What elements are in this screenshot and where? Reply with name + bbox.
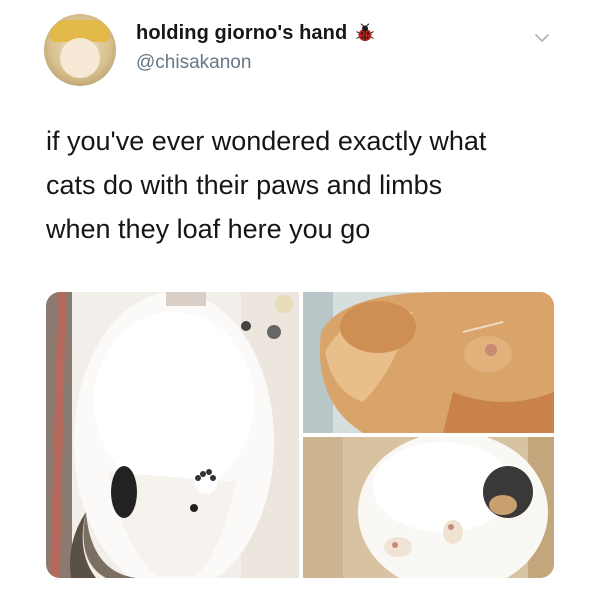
- tweet-text-line: if you've ever wondered exactly what: [46, 126, 487, 156]
- tweet-text-line: when they loaf here you go: [46, 214, 371, 244]
- chevron-down-icon[interactable]: [532, 28, 552, 48]
- tweet-text: if you've ever wondered exactly what cat…: [46, 119, 566, 251]
- avatar[interactable]: [44, 14, 116, 86]
- ladybug-icon: [355, 23, 375, 43]
- white-cat-on-glass-photo[interactable]: [303, 437, 554, 578]
- orange-cat-paws-photo[interactable]: [303, 292, 554, 433]
- display-name[interactable]: holding giorno's hand: [136, 22, 375, 45]
- display-name-text: holding giorno's hand: [136, 22, 348, 44]
- user-handle[interactable]: @chisakanon: [136, 52, 251, 74]
- cat-belly-on-glass-photo[interactable]: [46, 292, 299, 578]
- media-grid: [46, 292, 554, 578]
- tweet-card: holding giorno's hand @chisakanon if you…: [0, 0, 600, 591]
- avatar-face: [60, 38, 100, 78]
- tweet-text-line: cats do with their paws and limbs: [46, 170, 443, 200]
